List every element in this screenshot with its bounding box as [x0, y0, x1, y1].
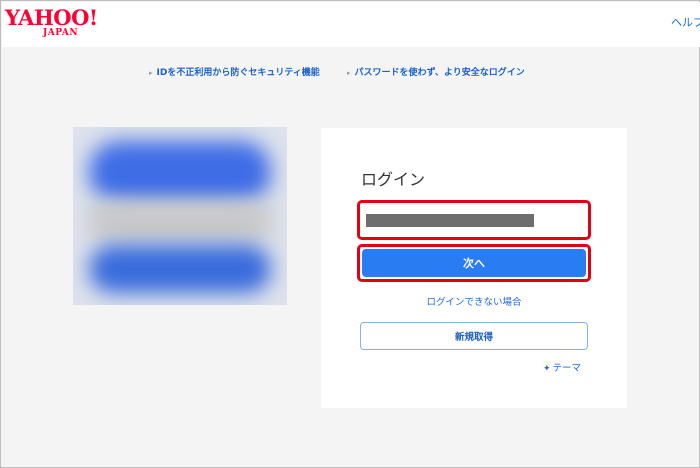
promo-link-passwordless[interactable]: ▸ パスワードを使わず、より安全なログイン — [347, 67, 525, 79]
logo-subtitle: JAPAN — [43, 28, 79, 38]
blurred-shape — [87, 201, 273, 241]
register-button[interactable]: 新規取得 — [360, 322, 588, 350]
header: YAHOO! JAPAN ヘルプ — [2, 2, 700, 47]
id-input-highlight — [357, 200, 591, 240]
promo-label: パスワードを使わず、より安全なログイン — [354, 68, 525, 78]
cant-login-link[interactable]: ログインできない場合 — [321, 294, 627, 308]
masked-id-value — [366, 214, 534, 227]
theme-link[interactable]: ✦ テーマ — [543, 363, 581, 375]
blurred-shape — [89, 245, 271, 293]
blurred-banner-image — [73, 127, 287, 305]
chevron-right-icon: ▸ — [347, 69, 351, 77]
page-frame: YAHOO! JAPAN ヘルプ ▸ IDを不正利用から防ぐセキュリティ機能 ▸ パ… — [0, 0, 700, 468]
login-title: ログイン — [361, 170, 426, 189]
next-button-highlight: 次へ — [357, 244, 591, 282]
theme-label: テーマ — [552, 363, 582, 374]
chevron-right-icon: ▸ — [149, 69, 153, 77]
logo-wordmark: YAHOO! — [5, 5, 98, 30]
login-card: ログイン 次へ ログインできない場合 新規取得 ✦ テーマ — [321, 128, 627, 408]
magic-wand-icon: ✦ — [543, 364, 551, 374]
help-link[interactable]: ヘルプ — [671, 14, 700, 30]
promo-link-security[interactable]: ▸ IDを不正利用から防ぐセキュリティ機能 — [149, 67, 320, 79]
promo-label: IDを不正利用から防ぐセキュリティ機能 — [156, 68, 320, 78]
next-button[interactable]: 次へ — [362, 249, 586, 277]
blurred-shape — [89, 141, 271, 203]
yahoo-japan-logo[interactable]: YAHOO! JAPAN — [5, 7, 105, 41]
